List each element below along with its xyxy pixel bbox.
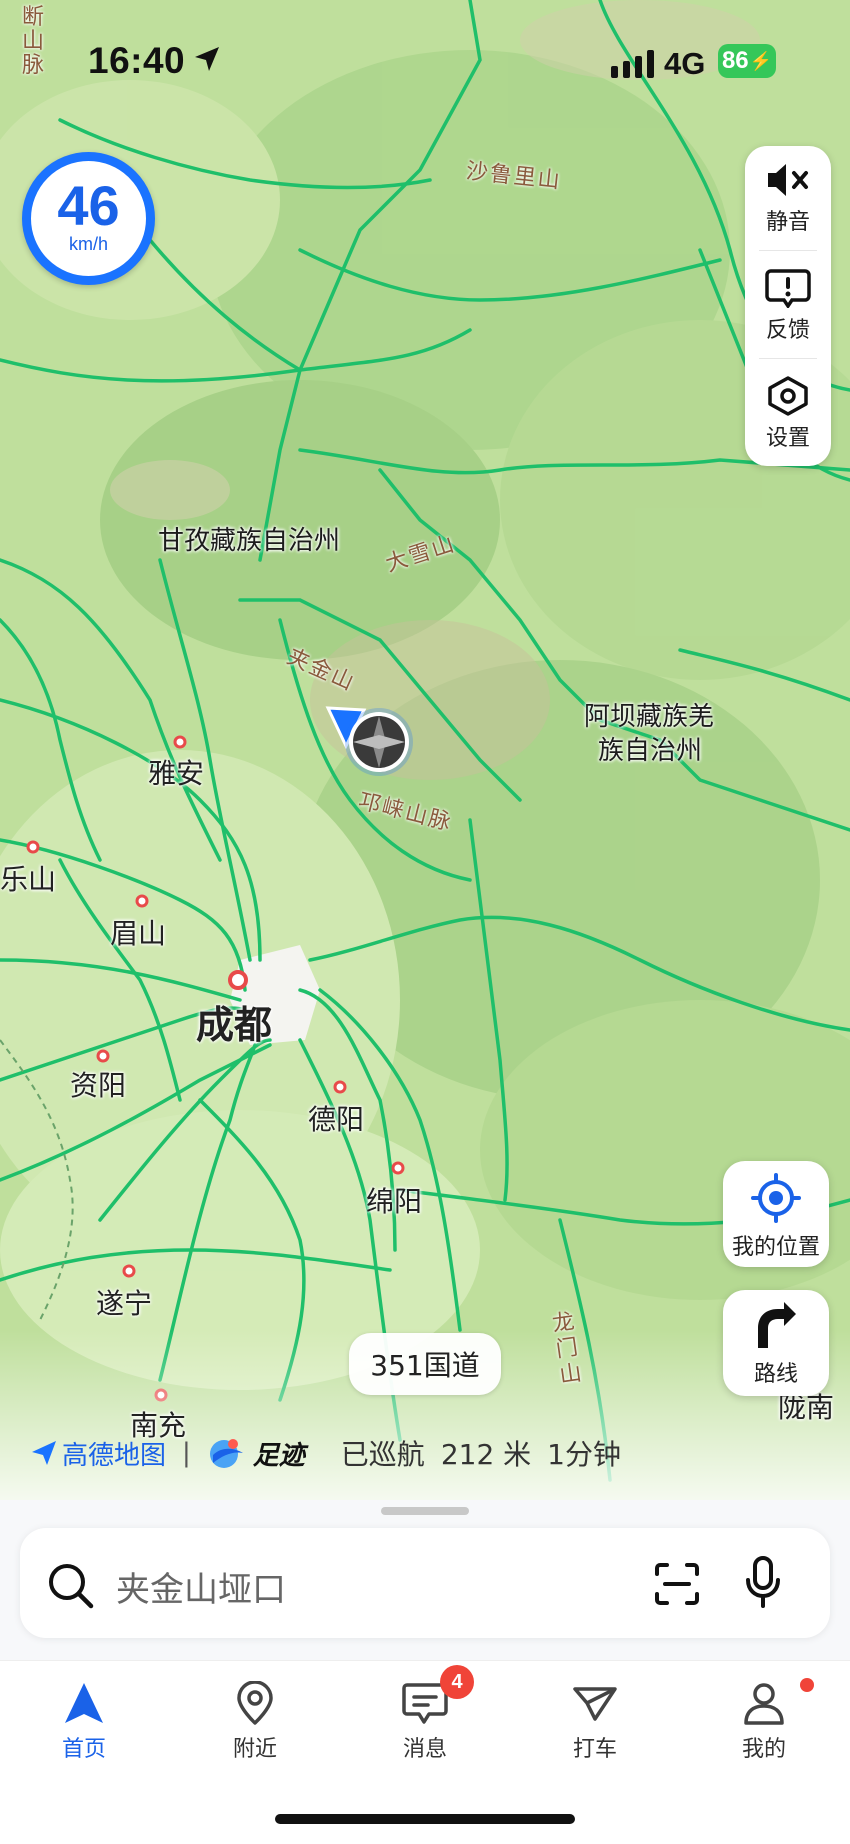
route-label: 路线 (753, 1362, 798, 1387)
mute-speaker-icon (768, 164, 808, 196)
map-label-deyang: 德阳 (308, 1103, 365, 1136)
current-road-name: 351国道 (370, 1349, 480, 1382)
tab-profile[interactable]: 我的 (704, 1681, 824, 1763)
zuji-logo-icon (209, 1439, 243, 1468)
zuji-brand: 足迹 (252, 1440, 305, 1471)
network-type: 4G (664, 46, 706, 81)
location-services-icon (195, 47, 219, 71)
tab-profile-label: 我的 (741, 1737, 786, 1762)
tab-home-label: 首页 (61, 1737, 106, 1762)
amap-brand: 高德地图 (62, 1440, 167, 1471)
profile-icon (744, 1683, 784, 1725)
cruise-duration: 1分钟 (547, 1438, 621, 1471)
user-location-marker[interactable] (324, 702, 420, 782)
profile-notification-dot (800, 1678, 814, 1692)
scan-icon[interactable] (654, 1562, 700, 1606)
speedometer: 46 km/h (22, 152, 155, 285)
location-arrow-icon (325, 706, 413, 776)
feedback-label: 反馈 (765, 318, 810, 343)
search-input[interactable]: 夹金山垭口 (116, 1562, 286, 1611)
tab-taxi-label: 打车 (572, 1737, 617, 1762)
map-label-leshan: 乐山 (0, 863, 57, 896)
cruise-label: 已巡航 (340, 1438, 425, 1471)
map-side-controls: 静音 反馈 设置 (745, 146, 831, 466)
sheet-drag-handle[interactable] (381, 1507, 469, 1515)
messages-badge: 4 (440, 1665, 474, 1699)
mute-button[interactable]: 静音 (745, 160, 831, 236)
map-label-mianyang: 绵阳 (366, 1185, 423, 1218)
my-location-button[interactable]: 我的位置 (723, 1161, 829, 1267)
tab-home[interactable]: 首页 (24, 1681, 144, 1763)
settings-button[interactable]: 设置 (745, 376, 831, 452)
brand-divider: | (182, 1438, 191, 1468)
tab-messages-label: 消息 (402, 1737, 447, 1762)
battery-level: 86 (721, 47, 749, 74)
taxi-icon (573, 1687, 617, 1721)
mute-label: 静音 (765, 210, 810, 235)
route-button[interactable]: 路线 (723, 1290, 829, 1396)
settings-hexagon-icon (768, 376, 808, 416)
current-road-pill: 351国道 (349, 1333, 501, 1395)
feedback-button[interactable]: 反馈 (745, 268, 831, 344)
settings-label: 设置 (765, 426, 810, 451)
speed-value: 46 (57, 174, 120, 237)
map-label-suining: 遂宁 (96, 1287, 153, 1320)
map-label-ganzi: 甘孜藏族自治州 (158, 526, 341, 556)
search-icon (49, 1564, 94, 1609)
map-label-aba-line2: 族自治州 (598, 736, 703, 766)
speed-unit: km/h (68, 234, 108, 254)
locate-crosshair-icon (751, 1173, 801, 1223)
map-label-chengdu: 成都 (196, 1003, 273, 1047)
map-label-ziyang: 资阳 (70, 1069, 127, 1102)
signal-strength-icon (611, 50, 654, 78)
home-indicator[interactable] (275, 1814, 575, 1824)
cruise-distance: 212 米 (440, 1438, 532, 1471)
battery-indicator: 86 ⚡ (718, 44, 776, 78)
charging-icon: ⚡ (749, 50, 773, 71)
amap-logo-icon (32, 1441, 56, 1465)
microphone-icon[interactable] (745, 1556, 781, 1608)
map-label-meishan: 眉山 (110, 917, 167, 950)
nearby-pin-icon (237, 1681, 273, 1725)
search-bar[interactable]: 夹金山垭口 (20, 1528, 830, 1638)
my-location-label: 我的位置 (731, 1235, 820, 1260)
tab-nearby-label: 附近 (232, 1737, 277, 1762)
status-time: 16:40 (88, 40, 186, 81)
map-label-aba-line1: 阿坝藏族羌 (584, 702, 715, 732)
feedback-icon (765, 269, 811, 308)
cruise-info-bar: 高德地图 | 足迹 已巡航 212 米 1分钟 (30, 1432, 621, 1474)
home-navigation-icon (65, 1683, 103, 1723)
tab-taxi[interactable]: 打车 (535, 1681, 655, 1763)
route-turn-arrow-icon (758, 1302, 796, 1348)
tab-nearby[interactable]: 附近 (195, 1681, 315, 1763)
map-label-yaan: 雅安 (148, 757, 205, 790)
map-label-duan-shanmai: 断 山 脉 (22, 5, 47, 78)
